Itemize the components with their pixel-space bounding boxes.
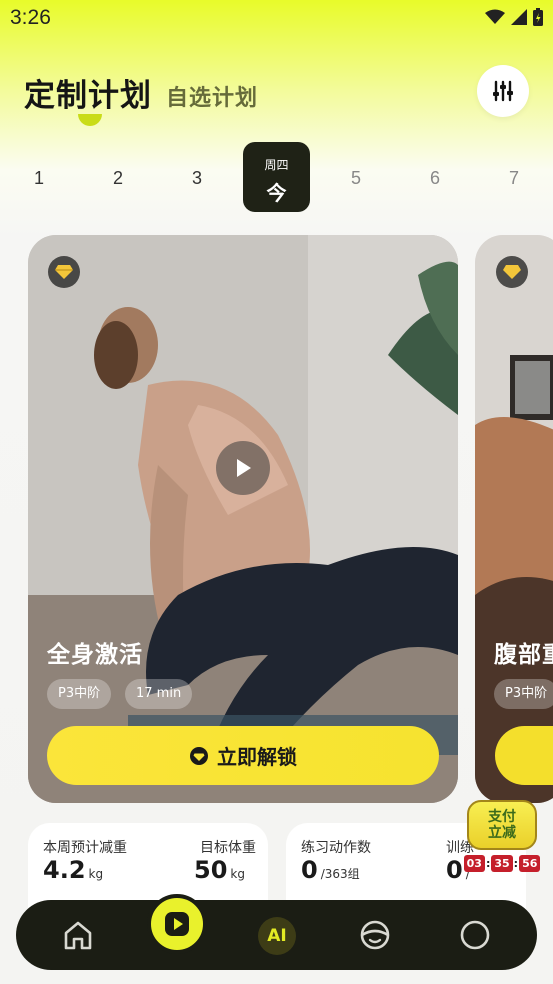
timer-hours: 03 [463,854,485,872]
status-bar: 3:26 [0,0,553,40]
home-icon [64,921,92,950]
day-7[interactable]: 7 [499,168,529,189]
title-underline [78,114,102,126]
face-icon [360,920,390,950]
profile-icon [460,920,490,950]
signal-icon [511,9,527,25]
duration-tag: 17 min [125,679,193,709]
play-icon [165,912,189,936]
day-1[interactable]: 1 [24,168,54,189]
play-icon [237,459,251,477]
battery-icon [533,8,543,26]
nav-profile[interactable] [456,916,494,954]
day-2[interactable]: 2 [103,168,133,189]
exercise-count-label: 练习动作数 [301,840,371,856]
unlock-button-next[interactable] [495,726,553,785]
today-label: 今 [266,181,287,205]
today-weekday: 周四 [264,158,289,172]
sliders-icon [493,80,513,102]
level-tag-next: P3中阶 [494,679,553,709]
workout-card-next[interactable]: 腹部重 P3中阶 [475,235,553,803]
vip-gem-icon [48,256,80,288]
workout-photo [28,235,458,803]
weekly-loss-value: 4.2 kg [43,856,104,884]
target-weight-label: 目标体重 [200,840,256,856]
weekly-loss-label: 本周预计减重 [43,840,127,856]
promo-label: 支付 立减 [467,800,537,850]
filter-button[interactable] [477,65,529,117]
workout-card[interactable]: 全身激活 P3中阶 17 min 立即解锁 [28,235,458,803]
day-6[interactable]: 6 [420,168,450,189]
day-selector: 1 2 3 周四 今 5 6 7 [0,142,553,212]
exercise-count-value: 0/363组 [301,856,360,884]
day-5[interactable]: 5 [341,168,371,189]
wifi-icon [485,9,505,24]
pay-discount-badge[interactable]: 支付 立减 03 : 35 : 56 [463,800,541,886]
nav-community[interactable] [356,916,394,954]
nav-workout-play[interactable] [147,894,207,954]
play-video-button[interactable] [216,441,270,495]
unlock-button[interactable]: 立即解锁 [47,726,439,785]
timer-minutes: 35 [491,854,513,872]
workout-photo-next [475,235,553,803]
day-3[interactable]: 3 [182,168,212,189]
day-today-selected[interactable]: 周四 今 [243,142,310,212]
bottom-nav: AI [16,894,537,970]
status-icons [485,8,543,26]
vip-gem-icon [496,256,528,288]
workout-title-next: 腹部重 [494,642,553,668]
page-title: 定制计划 [24,78,152,114]
workout-title: 全身激活 [47,642,143,668]
custom-plan-tab[interactable]: 自选计划 [166,80,258,112]
level-tag: P3中阶 [47,679,112,709]
nav-ai[interactable]: AI [258,917,296,955]
nav-home[interactable] [59,916,97,954]
status-time: 3:26 [10,6,51,29]
vip-gem-icon [190,746,208,765]
target-weight-value: 50 kg [194,856,245,884]
countdown-timer: 03 : 35 : 56 [463,852,541,874]
unlock-label: 立即解锁 [217,745,297,769]
timer-seconds: 56 [519,854,541,872]
